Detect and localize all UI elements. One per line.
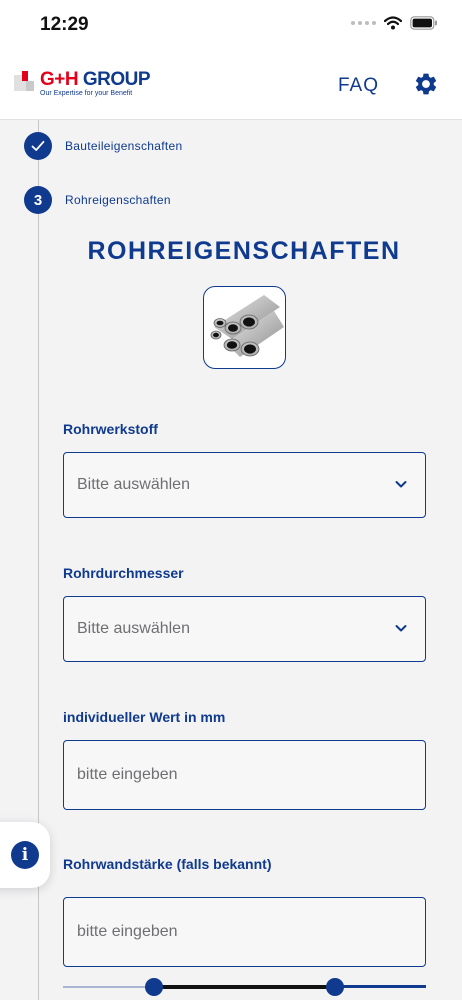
slider-track-right: [335, 985, 426, 988]
pipes-image: [203, 286, 286, 369]
material-select[interactable]: Bitte auswählen: [63, 452, 426, 518]
custom-value-input[interactable]: [77, 766, 425, 784]
diameter-label: Rohrdurchmesser: [63, 565, 184, 581]
checkmark-icon: [31, 140, 45, 151]
gear-icon: [415, 73, 437, 95]
status-time: 12:29: [40, 14, 89, 35]
step-label: Rohreigenschaften: [65, 193, 171, 207]
info-icon: i: [11, 841, 39, 869]
custom-value-label: individueller Wert in mm: [63, 709, 226, 725]
faq-link[interactable]: FAQ: [338, 75, 379, 97]
settings-button[interactable]: [413, 71, 439, 97]
wall-thickness-input[interactable]: [77, 923, 425, 941]
logo-tagline: Our Expertise for your Benefit: [40, 90, 133, 97]
slider-selected-range: [153, 985, 336, 989]
step-label: Bauteileigenschaften: [65, 139, 183, 153]
step-bauteileigenschaften[interactable]: Bauteileigenschaften: [24, 132, 182, 160]
header: 12:29 G+H GROUP Our Expertise for your B…: [0, 0, 462, 120]
status-icons: [351, 16, 438, 30]
info-button[interactable]: i: [0, 822, 50, 888]
range-slider[interactable]: [63, 975, 426, 999]
custom-value-field[interactable]: [63, 740, 426, 810]
chevron-down-icon: [395, 625, 407, 632]
material-label: Rohrwerkstoff: [63, 421, 158, 437]
step-completed-marker: [24, 132, 52, 160]
step-rohreigenschaften[interactable]: 3 Rohreigenschaften: [24, 186, 171, 214]
wall-thickness-label: Rohrwandstärke (falls bekannt): [63, 856, 272, 872]
chevron-down-icon: [395, 481, 407, 488]
step-number: 3: [24, 186, 52, 214]
battery-icon: [410, 16, 438, 30]
gh-group-logo[interactable]: G+H GROUP Our Expertise for your Benefit: [14, 69, 151, 97]
slider-handle-high[interactable]: [326, 978, 345, 996]
logo-name: G+H GROUP: [40, 69, 151, 90]
logo-mark-icon: [14, 71, 36, 93]
material-select-value: Bitte auswählen: [77, 476, 190, 493]
diameter-select[interactable]: Bitte auswählen: [63, 596, 426, 662]
page-title: ROHREIGENSCHAFTEN: [87, 237, 401, 265]
slider-handle-low[interactable]: [144, 978, 163, 996]
wall-thickness-field[interactable]: [63, 897, 426, 967]
wifi-icon: [384, 16, 402, 30]
cellular-signal-icon: [351, 21, 376, 25]
diameter-select-value: Bitte auswählen: [77, 620, 190, 637]
